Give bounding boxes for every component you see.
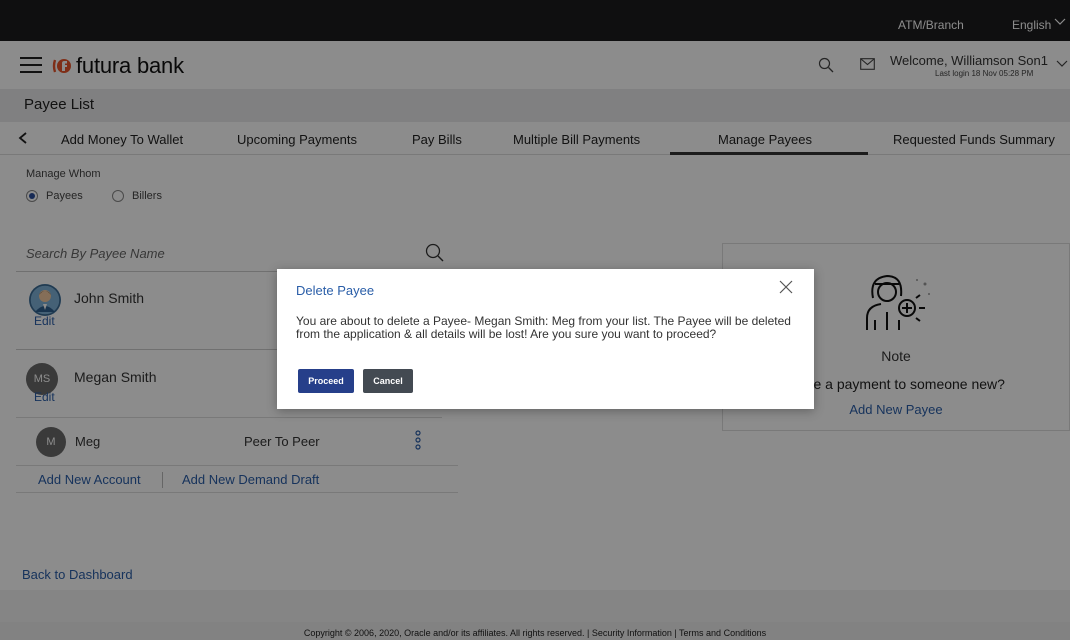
delete-payee-dialog: Delete Payee You are about to delete a P… <box>277 269 814 409</box>
dialog-title: Delete Payee <box>296 283 375 298</box>
cancel-button[interactable]: Cancel <box>363 369 413 393</box>
proceed-button[interactable]: Proceed <box>298 369 354 393</box>
close-icon[interactable] <box>779 280 793 294</box>
dialog-message: You are about to delete a Payee- Megan S… <box>296 314 791 341</box>
